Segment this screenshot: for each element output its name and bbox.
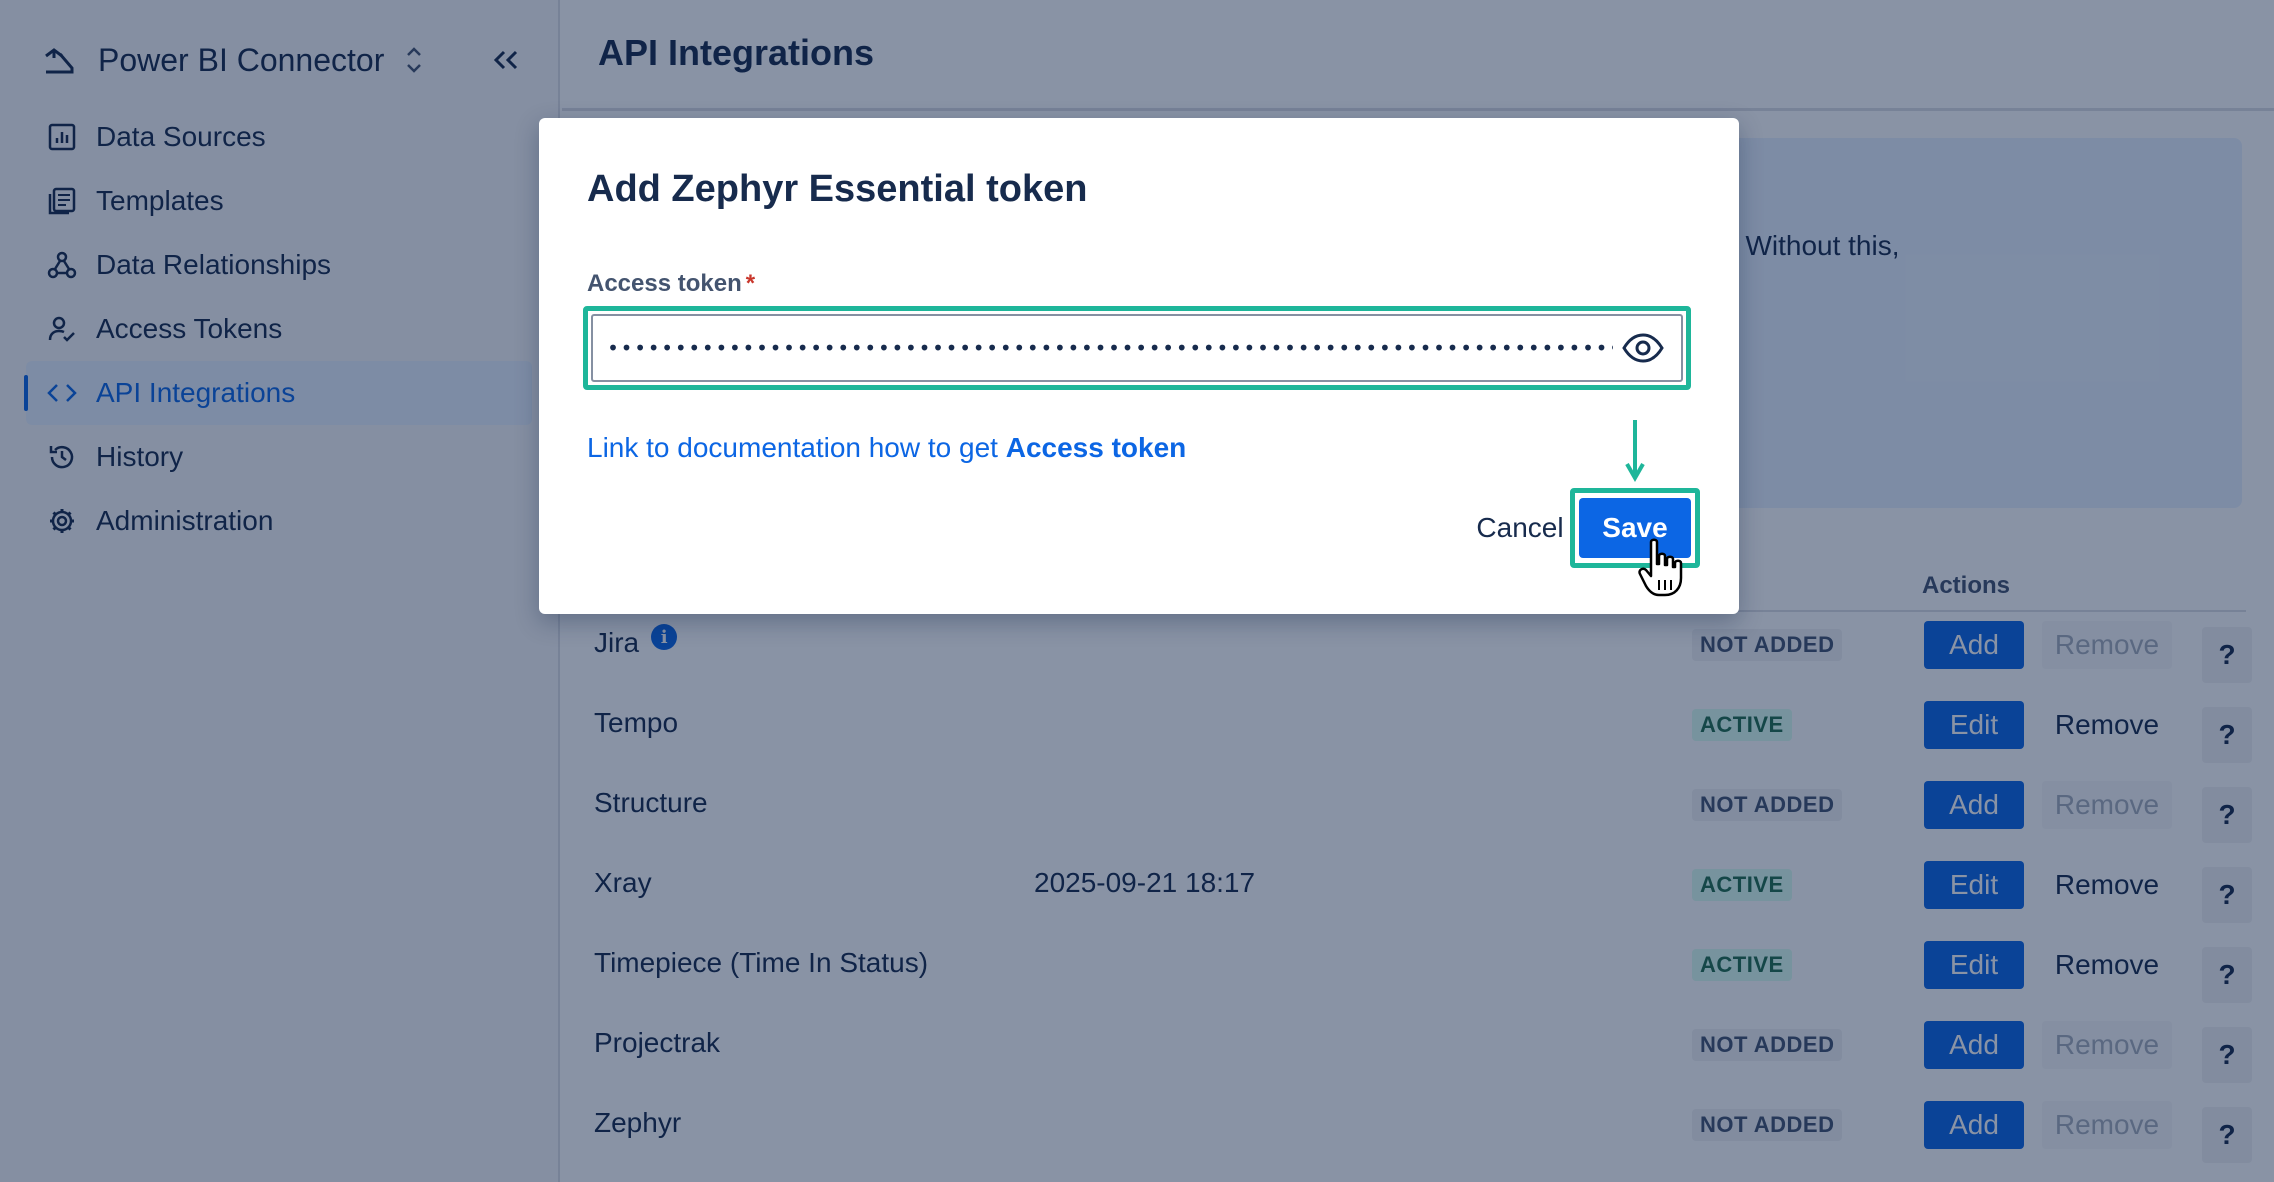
hand-cursor-icon bbox=[1638, 538, 1683, 597]
access-token-value: ••••••••••••••••••••••••••••••••••••••••… bbox=[607, 338, 1613, 358]
dialog-title: Add Zephyr Essential token bbox=[587, 168, 1088, 210]
show-password-icon[interactable] bbox=[1613, 318, 1673, 378]
required-marker: * bbox=[745, 270, 756, 297]
arrow-down-icon bbox=[1625, 420, 1645, 483]
add-token-dialog: Add Zephyr Essential token Access token *… bbox=[539, 118, 1739, 614]
documentation-link[interactable]: Link to documentation how to get Access … bbox=[587, 432, 1186, 464]
documentation-link-text: Link to documentation how to get bbox=[587, 432, 1006, 463]
access-token-label-text: Access token bbox=[587, 270, 742, 297]
access-token-label: Access token * bbox=[587, 270, 755, 298]
documentation-link-bold: Access token bbox=[1005, 432, 1187, 463]
access-token-input[interactable]: ••••••••••••••••••••••••••••••••••••••••… bbox=[591, 314, 1683, 382]
